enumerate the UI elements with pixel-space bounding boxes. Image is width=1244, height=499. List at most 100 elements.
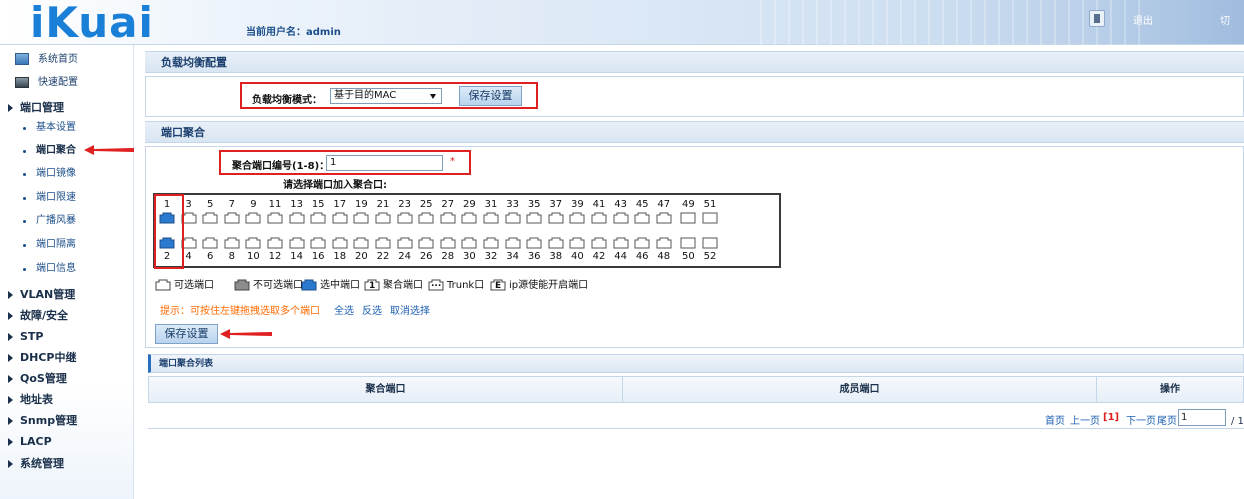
port-34[interactable] (505, 237, 521, 249)
sidebar-group-label: Snmp管理 (20, 414, 78, 427)
port-number-label: 47 (657, 199, 671, 210)
port-32[interactable] (483, 237, 499, 249)
port-5[interactable] (202, 212, 218, 224)
sidebar-group-qos[interactable]: QoS管理 (0, 369, 134, 389)
sidebar-item-basic-settings[interactable]: 基本设置 (0, 118, 134, 138)
port-35[interactable] (526, 212, 542, 224)
port-13[interactable] (289, 212, 305, 224)
prev-page-link[interactable]: 上一页 (1070, 412, 1100, 427)
save-load-balance-button[interactable]: 保存设置 (459, 86, 522, 106)
port-4[interactable] (181, 237, 197, 249)
port-available-icon (569, 212, 585, 224)
next-page-link[interactable]: 下一页 (1126, 412, 1156, 427)
sidebar-group-stp[interactable]: STP (0, 327, 134, 347)
logout-link[interactable]: 退出 (1133, 12, 1153, 27)
port-41[interactable] (591, 212, 607, 224)
port-16[interactable] (310, 237, 326, 249)
port-52[interactable] (702, 237, 718, 249)
switch-link[interactable]: 切 (1220, 12, 1230, 27)
port-8[interactable] (224, 237, 240, 249)
sidebar-group-lacp[interactable]: LACP (0, 432, 134, 452)
port-7[interactable] (224, 212, 240, 224)
port-available-icon (375, 237, 391, 249)
clear-selection-link[interactable]: 取消选择 (390, 302, 430, 317)
sidebar-item-quick-config[interactable]: 快速配置 (0, 73, 134, 93)
port-number-label: 21 (376, 199, 390, 210)
port-number-label: 7 (228, 199, 235, 210)
sidebar-item-home[interactable]: 系统首页 (0, 50, 134, 70)
port-45[interactable] (634, 212, 650, 224)
port-6[interactable] (202, 237, 218, 249)
last-page-link[interactable]: 尾页 (1157, 412, 1177, 427)
sidebar-group-address-table[interactable]: 地址表 (0, 390, 134, 410)
port-39[interactable] (569, 212, 585, 224)
port-10[interactable] (245, 237, 261, 249)
sidebar-group-snmp[interactable]: Snmp管理 (0, 411, 134, 431)
sidebar-group-label: VLAN管理 (20, 288, 76, 301)
sidebar-item-port-rate-limit[interactable]: 端口限速 (0, 188, 134, 208)
port-22[interactable] (375, 237, 391, 249)
port-9[interactable] (245, 212, 261, 224)
port-15[interactable] (310, 212, 326, 224)
port-48[interactable] (656, 237, 672, 249)
port-17[interactable] (332, 212, 348, 224)
port-47[interactable] (656, 212, 672, 224)
sidebar-group-port-management[interactable]: 端口管理 (0, 98, 134, 118)
dropdown-caret-icon (430, 94, 436, 99)
port-29[interactable] (461, 212, 477, 224)
aggregation-id-input[interactable]: 1 (326, 155, 443, 171)
port-27[interactable] (440, 212, 456, 224)
port-37[interactable] (548, 212, 564, 224)
save-aggregation-button[interactable]: 保存设置 (155, 324, 218, 344)
port-50[interactable] (680, 237, 696, 249)
port-18[interactable] (332, 237, 348, 249)
logout-icon[interactable] (1089, 10, 1105, 27)
sidebar-item-broadcast-storm[interactable]: 广播风暴 (0, 211, 134, 231)
port-available-icon (353, 212, 369, 224)
port-selection-board[interactable]: 1 3 5 7 9 11 13 15 17 19 21 23 25 27 29 31 33 35 37 39 41 43 4… (153, 193, 781, 268)
port-2[interactable] (159, 237, 175, 249)
port-28[interactable] (440, 237, 456, 249)
port-44[interactable] (613, 237, 629, 249)
port-38[interactable] (548, 237, 564, 249)
port-31[interactable] (483, 212, 499, 224)
page-number-input[interactable]: 1 (1178, 409, 1226, 426)
port-20[interactable] (353, 237, 369, 249)
load-balance-mode-select[interactable]: 基于目的MAC (330, 88, 442, 104)
sidebar-group-system[interactable]: 系统管理 (0, 454, 134, 474)
port-11[interactable] (267, 212, 283, 224)
port-number-label: 10 (247, 251, 260, 262)
port-25[interactable] (418, 212, 434, 224)
port-23[interactable] (397, 212, 413, 224)
port-1[interactable] (159, 212, 175, 224)
port-49[interactable] (680, 212, 696, 224)
port-24[interactable] (397, 237, 413, 249)
sidebar-group-vlan[interactable]: VLAN管理 (0, 285, 134, 305)
sidebar-group-fault-security[interactable]: 故障/安全 (0, 306, 134, 326)
sidebar-item-label: 基本设置 (36, 122, 76, 133)
port-46[interactable] (634, 237, 650, 249)
port-3[interactable] (181, 212, 197, 224)
sidebar-item-port-isolation[interactable]: 端口隔离 (0, 235, 134, 255)
select-all-link[interactable]: 全选 (334, 302, 354, 317)
port-36[interactable] (526, 237, 542, 249)
port-26[interactable] (418, 237, 434, 249)
invert-selection-link[interactable]: 反选 (362, 302, 382, 317)
first-page-link[interactable]: 首页 (1045, 412, 1065, 427)
port-30[interactable] (461, 237, 477, 249)
total-pages: / 1 页 (1231, 416, 1244, 427)
port-33[interactable] (505, 212, 521, 224)
sidebar-item-port-info[interactable]: 端口信息 (0, 259, 134, 279)
port-42[interactable] (591, 237, 607, 249)
port-51[interactable] (702, 212, 718, 224)
sidebar-group-dhcp-relay[interactable]: DHCP中继 (0, 348, 134, 368)
port-40[interactable] (569, 237, 585, 249)
port-43[interactable] (613, 212, 629, 224)
port-14[interactable] (289, 237, 305, 249)
app-root: iKuai 当前用户名：admin 退出 切 系统首页 快速配置 端口管理 基本… (0, 0, 1244, 499)
sidebar-item-port-mirror[interactable]: 端口镜像 (0, 164, 134, 184)
port-21[interactable] (375, 212, 391, 224)
expand-triangle-icon (8, 460, 13, 468)
port-12[interactable] (267, 237, 283, 249)
port-19[interactable] (353, 212, 369, 224)
